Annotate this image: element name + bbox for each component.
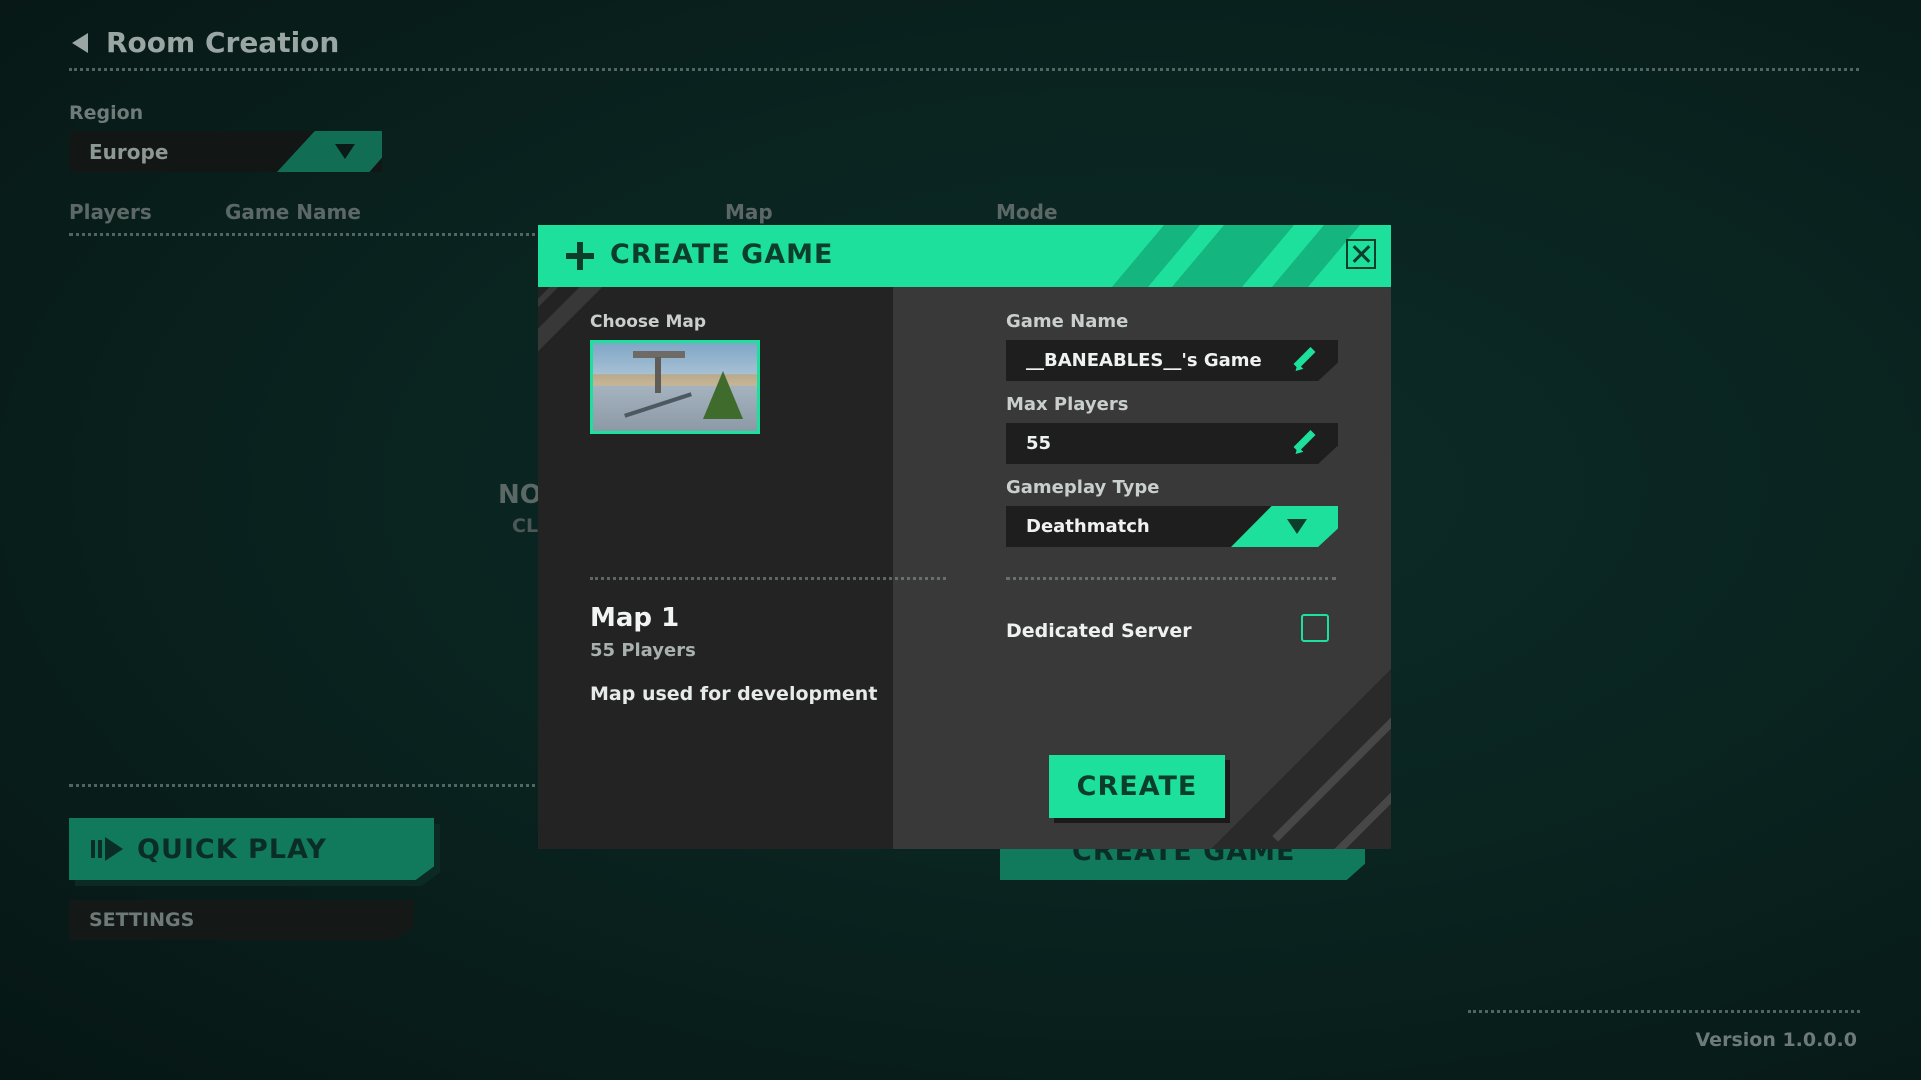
- map-players: 55 Players: [590, 640, 696, 661]
- gameplay-type-value: Deathmatch: [1026, 516, 1150, 537]
- settings-label: SETTINGS: [89, 909, 195, 931]
- chevron-down-icon: [1287, 519, 1307, 534]
- list-top-divider: [69, 233, 549, 236]
- game-name-value: __BANEABLES__'s Game: [1026, 350, 1262, 371]
- create-button-label: CREATE: [1076, 771, 1198, 802]
- back-arrow-icon[interactable]: [72, 32, 88, 53]
- gameplay-type-toggle[interactable]: [1231, 506, 1338, 547]
- pencil-icon[interactable]: [1292, 431, 1316, 455]
- modal-header: CREATE GAME: [538, 225, 1391, 287]
- gameplay-type-dropdown[interactable]: Deathmatch: [1006, 506, 1338, 547]
- region-dropdown[interactable]: Europe: [69, 131, 382, 172]
- footer-divider: [1468, 1010, 1860, 1013]
- choose-map-label: Choose Map: [590, 312, 707, 332]
- empty-list-subtitle: CL: [512, 515, 539, 537]
- chevron-down-icon: [334, 144, 355, 159]
- max-players-field[interactable]: 55: [1006, 423, 1338, 464]
- column-header-mode[interactable]: Mode: [996, 200, 1058, 224]
- game-name-label: Game Name: [1006, 311, 1129, 332]
- close-icon[interactable]: [1346, 239, 1376, 269]
- header-divider: [69, 68, 1859, 71]
- column-header-map[interactable]: Map: [725, 200, 773, 224]
- version-label: Version 1.0.0.0: [1695, 1029, 1857, 1051]
- column-header-players[interactable]: Players: [69, 200, 152, 224]
- modal-title: CREATE GAME: [610, 239, 834, 270]
- column-header-game-name[interactable]: Game Name: [225, 200, 361, 224]
- map-name: Map 1: [590, 603, 680, 633]
- region-value: Europe: [89, 139, 169, 164]
- game-name-field[interactable]: __BANEABLES__'s Game: [1006, 340, 1338, 381]
- gameplay-type-label: Gameplay Type: [1006, 477, 1160, 498]
- max-players-value: 55: [1026, 433, 1052, 454]
- page-title: Room Creation: [106, 26, 340, 59]
- region-dropdown-toggle[interactable]: [277, 131, 382, 172]
- dedicated-server-checkbox[interactable]: [1301, 614, 1329, 642]
- region-label: Region: [69, 102, 144, 124]
- pencil-icon[interactable]: [1292, 348, 1316, 372]
- list-bottom-divider: [69, 784, 549, 787]
- max-players-label: Max Players: [1006, 394, 1129, 415]
- plus-icon: [566, 242, 594, 270]
- map-divider: [590, 577, 946, 580]
- settings-button[interactable]: SETTINGS: [69, 900, 414, 940]
- quick-play-button[interactable]: QUICK PLAY: [69, 818, 434, 880]
- settings-divider: [1006, 577, 1336, 580]
- dedicated-server-label: Dedicated Server: [1006, 620, 1192, 642]
- quick-play-label: QUICK PLAY: [137, 833, 327, 865]
- map-thumbnail[interactable]: [590, 340, 760, 434]
- page-header: Room Creation: [72, 26, 339, 59]
- play-icon: [91, 837, 123, 861]
- map-description: Map used for development: [590, 683, 878, 705]
- empty-list-title: NO: [498, 480, 542, 510]
- create-button[interactable]: CREATE: [1049, 755, 1225, 818]
